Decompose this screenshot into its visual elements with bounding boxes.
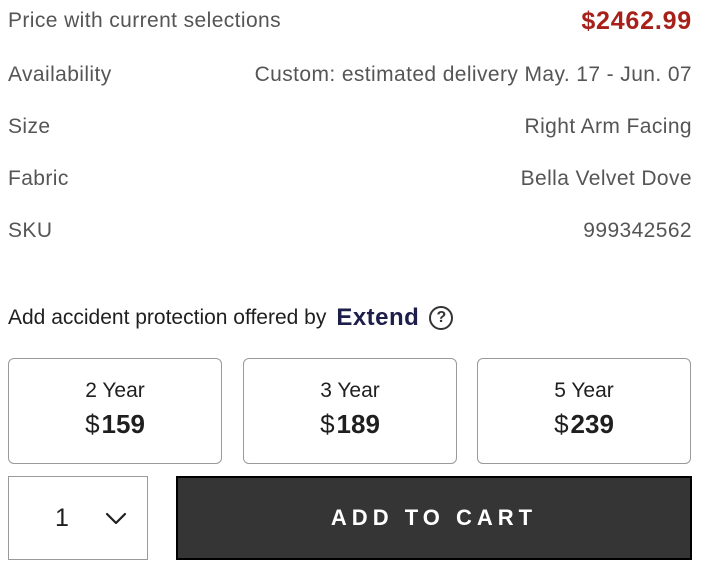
question-circle-icon[interactable]: ?: [429, 306, 454, 330]
quantity-value: 1: [55, 503, 69, 532]
availability-row: Availability Custom: estimated delivery …: [8, 58, 692, 92]
availability-label: Availability: [8, 63, 112, 86]
price-value: $2462.99: [581, 6, 692, 35]
price-row: Price with current selections $2462.99: [8, 4, 692, 38]
fabric-label: Fabric: [8, 167, 69, 190]
quantity-select[interactable]: 1: [8, 476, 148, 560]
plan-price: $189: [244, 409, 456, 440]
plan-amount: 189: [336, 409, 380, 439]
plan-currency: $: [85, 409, 100, 439]
plan-term: 5 Year: [554, 379, 614, 402]
price-label: Price with current selections: [8, 9, 282, 32]
plan-term: 3 Year: [320, 379, 380, 402]
fabric-value: Bella Velvet Dove: [520, 167, 692, 190]
fabric-row: Fabric Bella Velvet Dove: [8, 162, 692, 196]
accident-protection-heading: Add accident protection offered by Exten…: [8, 298, 454, 338]
availability-value: Custom: estimated delivery May. 17 - Jun…: [254, 63, 692, 86]
protection-text: Add accident protection offered by: [8, 306, 327, 329]
sku-label: SKU: [8, 219, 53, 242]
size-row: Size Right Arm Facing: [8, 110, 692, 144]
sku-row: SKU 999342562: [8, 214, 692, 248]
extend-logo: Extend: [336, 304, 420, 331]
plan-currency: $: [554, 409, 569, 439]
protection-plan-3-year[interactable]: 3 Year $189: [243, 358, 457, 464]
plan-amount: 159: [101, 409, 145, 439]
plan-price: $159: [9, 409, 221, 440]
plan-currency: $: [320, 409, 335, 439]
plan-amount: 239: [570, 409, 614, 439]
protection-plan-2-year[interactable]: 2 Year $159: [8, 358, 222, 464]
chevron-down-icon: [105, 512, 127, 525]
plan-price: $239: [478, 409, 690, 440]
add-to-cart-button[interactable]: ADD TO CART: [176, 476, 692, 560]
plan-term: 2 Year: [85, 379, 145, 402]
size-label: Size: [8, 115, 51, 138]
size-value: Right Arm Facing: [524, 115, 692, 138]
protection-plan-5-year[interactable]: 5 Year $239: [477, 358, 691, 464]
sku-value: 999342562: [583, 219, 692, 242]
